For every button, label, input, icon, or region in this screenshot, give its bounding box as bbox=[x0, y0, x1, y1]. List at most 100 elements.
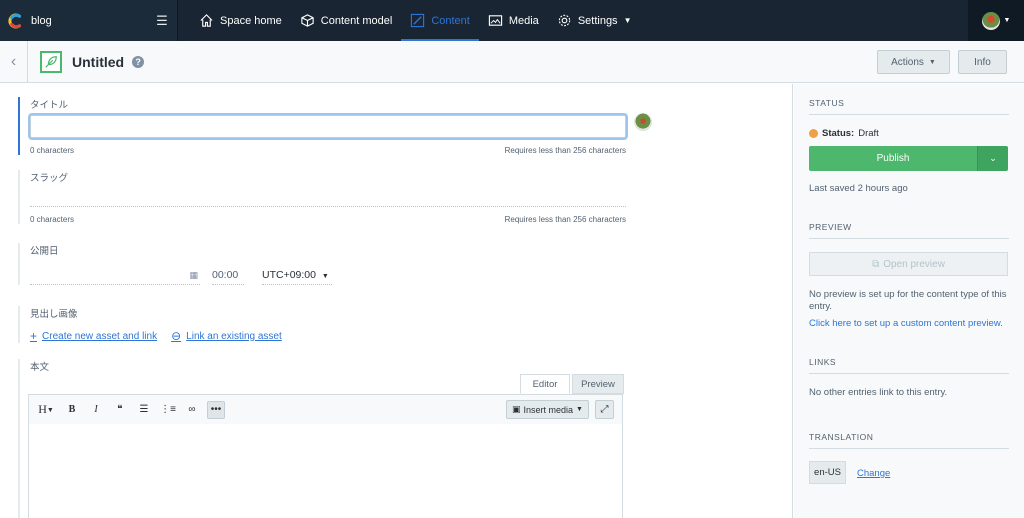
status-label: Status: bbox=[822, 128, 855, 139]
cube-icon bbox=[301, 14, 314, 27]
last-saved: Last saved 2 hours ago bbox=[809, 183, 908, 194]
create-asset-link[interactable]: + Create new asset and link bbox=[30, 329, 157, 343]
char-count: 0 characters bbox=[30, 215, 75, 224]
entry-header: ‹ Untitled ? Actions ▼ Info bbox=[0, 40, 1024, 83]
numbered-list-button[interactable]: ⋮≡ bbox=[159, 401, 177, 419]
expand-icon: ⤢ bbox=[600, 404, 609, 415]
char-limit: Requires less than 256 characters bbox=[504, 146, 626, 155]
nav-media[interactable]: Media bbox=[479, 0, 548, 41]
publish-control: Publish ⌄ bbox=[809, 146, 1008, 171]
menu-icon[interactable]: ☰ bbox=[147, 13, 177, 29]
chevron-left-icon: ‹ bbox=[10, 52, 17, 70]
char-limit: Requires less than 256 characters bbox=[504, 215, 626, 224]
preview-note: No preview is set up for the content typ… bbox=[809, 289, 1007, 312]
date-row: ▦ 00:00 UTC+09:00 ▼ bbox=[30, 267, 628, 285]
field-image: 見出し画像 + Create new asset and link ⊖ Link… bbox=[18, 306, 628, 343]
status-indicator: Status: Draft bbox=[809, 128, 879, 139]
entry-editor: タイトル 0 characters Requires less than 256… bbox=[0, 84, 793, 518]
markdown-toolbar: H ▼ B I ❝ ☰ ⋮≡ ∞ ••• ▣ Insert media ▼ ⤢ bbox=[28, 394, 623, 425]
status-value: Draft bbox=[858, 128, 879, 139]
fullscreen-button[interactable]: ⤢ bbox=[595, 400, 614, 419]
nav-settings[interactable]: Settings ▼ bbox=[548, 0, 641, 41]
chevron-down-icon: ▼ bbox=[623, 16, 632, 25]
nav-space-home[interactable]: Space home bbox=[190, 0, 291, 41]
editor-tabs: Editor Preview bbox=[520, 374, 624, 394]
open-preview-button[interactable]: ⧉ Open preview bbox=[809, 252, 1008, 276]
tab-preview[interactable]: Preview bbox=[572, 374, 624, 394]
bullet-list-button[interactable]: ☰ bbox=[135, 401, 153, 419]
more-button[interactable]: ••• bbox=[207, 400, 225, 419]
chevron-down-icon: ▼ bbox=[321, 273, 329, 280]
field-label: スラッグ bbox=[30, 173, 69, 184]
field-label: 見出し画像 bbox=[30, 309, 78, 320]
link-button[interactable]: ∞ bbox=[183, 401, 201, 419]
field-hint: 0 characters Requires less than 256 char… bbox=[30, 146, 626, 155]
chevron-down-icon: ▼ bbox=[1003, 17, 1011, 24]
heading-button[interactable]: H ▼ bbox=[35, 401, 57, 419]
gear-icon bbox=[558, 14, 571, 27]
field-hint: 0 characters Requires less than 256 char… bbox=[30, 215, 626, 224]
calendar-icon: ▦ bbox=[189, 270, 198, 280]
status-dot-icon bbox=[809, 129, 818, 138]
locale-badge: en-US bbox=[809, 461, 846, 484]
time-input[interactable]: 00:00 bbox=[212, 267, 244, 285]
nav-content-model[interactable]: Content model bbox=[291, 0, 402, 41]
help-icon[interactable]: ? bbox=[132, 55, 145, 68]
field-label: 本文 bbox=[30, 362, 50, 373]
setup-preview-link[interactable]: Click here to set up a custom content pr… bbox=[809, 318, 1003, 329]
section-title: LINKS bbox=[809, 357, 1009, 374]
timezone-select[interactable]: UTC+09:00 ▼ bbox=[262, 267, 332, 285]
home-icon bbox=[200, 14, 213, 27]
nav-label: Settings bbox=[577, 14, 618, 27]
top-navigation: blog ☰ Space home Content model Content … bbox=[0, 0, 1024, 41]
image-icon: ▣ bbox=[512, 404, 521, 414]
link-icon: ⊖ bbox=[171, 329, 182, 343]
section-title: STATUS bbox=[809, 98, 1009, 115]
link-existing-asset-link[interactable]: ⊖ Link an existing asset bbox=[171, 329, 282, 343]
plus-icon: + bbox=[30, 329, 38, 343]
chevron-down-icon: ⌄ bbox=[989, 153, 997, 163]
space-selector[interactable]: blog ☰ bbox=[0, 0, 178, 41]
publish-button[interactable]: Publish bbox=[809, 146, 977, 171]
actions-button[interactable]: Actions ▼ bbox=[877, 50, 950, 74]
publish-options-button[interactable]: ⌄ bbox=[977, 146, 1008, 171]
chevron-down-icon: ▼ bbox=[928, 58, 936, 66]
existing-asset-label: Link an existing asset bbox=[186, 330, 282, 342]
links-note: No other entries link to this entry. bbox=[809, 387, 948, 398]
field-date: 公開日 ▦ 00:00 UTC+09:00 ▼ bbox=[18, 243, 628, 285]
entry-sidebar: STATUS Status: Draft Publish ⌄ Last save… bbox=[794, 84, 1024, 518]
avatar bbox=[981, 11, 1000, 30]
nav-label: Content bbox=[431, 14, 470, 27]
nav-label: Media bbox=[508, 14, 539, 27]
tab-editor[interactable]: Editor bbox=[520, 374, 570, 394]
main-nav: Space home Content model Content Media S… bbox=[190, 0, 640, 41]
nav-content[interactable]: Content bbox=[401, 0, 479, 41]
field-label: 公開日 bbox=[30, 246, 59, 257]
title-input[interactable] bbox=[30, 115, 626, 138]
insert-media-label: Insert media bbox=[523, 404, 574, 415]
back-button[interactable]: ‹ bbox=[0, 40, 28, 83]
field-label: タイトル bbox=[30, 100, 69, 111]
char-count: 0 characters bbox=[30, 146, 75, 155]
quote-button[interactable]: ❝ bbox=[111, 401, 129, 419]
entry-feather-icon bbox=[40, 50, 62, 73]
chevron-down-icon: ▼ bbox=[576, 406, 583, 413]
info-button[interactable]: Info bbox=[958, 50, 1007, 74]
body-textarea[interactable] bbox=[28, 424, 623, 518]
change-locale-link[interactable]: Change bbox=[857, 468, 890, 479]
pen-icon bbox=[411, 13, 425, 28]
contributor-avatar bbox=[634, 113, 652, 131]
insert-media-button[interactable]: ▣ Insert media ▼ bbox=[506, 400, 589, 419]
date-input[interactable]: ▦ bbox=[30, 267, 200, 285]
open-preview-label: Open preview bbox=[883, 258, 945, 270]
page-title: Untitled bbox=[72, 53, 125, 70]
actions-label: Actions bbox=[891, 56, 924, 68]
account-menu[interactable]: ▼ bbox=[968, 0, 1024, 41]
field-title: タイトル 0 characters Requires less than 256… bbox=[18, 97, 628, 155]
field-slug: スラッグ 0 characters Requires less than 256… bbox=[18, 170, 628, 224]
asset-links: + Create new asset and link ⊖ Link an ex… bbox=[30, 329, 628, 343]
nav-label: Content model bbox=[320, 14, 393, 27]
italic-button[interactable]: I bbox=[87, 401, 105, 419]
bold-button[interactable]: B bbox=[63, 401, 81, 419]
slug-input[interactable] bbox=[30, 201, 626, 207]
